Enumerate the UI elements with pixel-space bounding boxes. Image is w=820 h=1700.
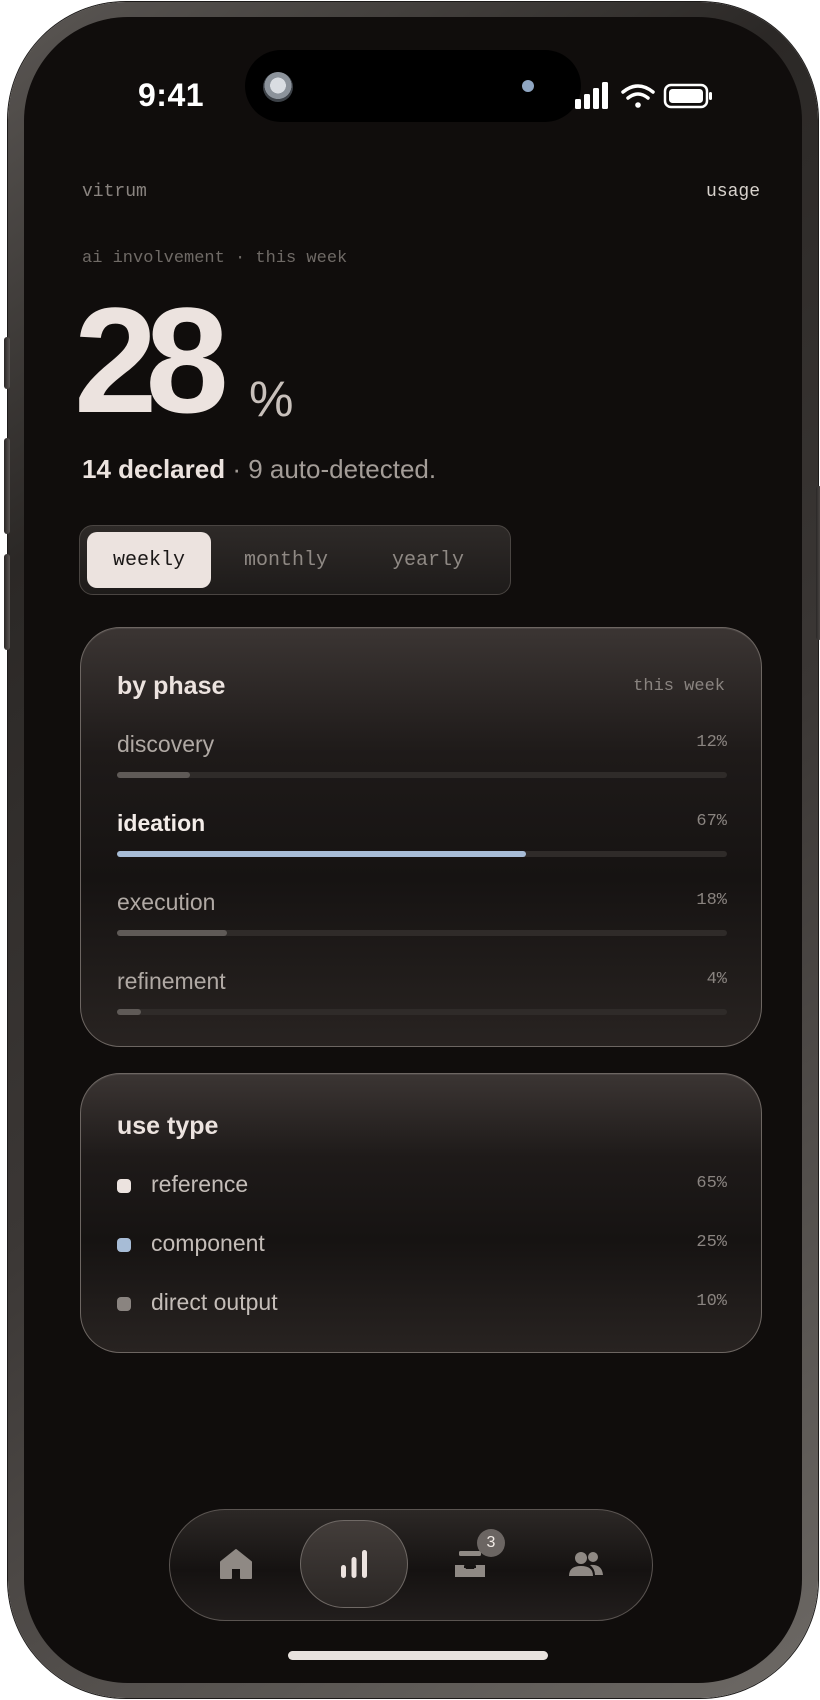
brand-label: vitrum [82, 182, 147, 202]
card-title: use type [117, 1112, 219, 1140]
use-label: direct output [151, 1289, 278, 1315]
involvement-value: 28 [74, 276, 229, 444]
phase-percent: 12% [696, 733, 727, 752]
usage-link[interactable]: usage [706, 182, 760, 202]
use-row-reference: reference 65% [117, 1171, 727, 1201]
tab-stats[interactable] [300, 1520, 408, 1608]
volume-down-button [4, 554, 10, 650]
phase-bar-fill [117, 772, 191, 778]
auto-detected-count: · 9 auto-detected. [225, 454, 437, 484]
phase-percent: 67% [696, 812, 727, 831]
card-title: by phase [117, 672, 226, 700]
by-phase-card: by phase this week discovery 12% ideatio… [80, 627, 762, 1047]
tab-people[interactable] [532, 1520, 640, 1608]
phase-percent: 18% [696, 891, 727, 910]
involvement-unit: % [249, 371, 294, 427]
tab-home[interactable] [182, 1520, 290, 1608]
notification-badge: 3 [477, 1529, 505, 1557]
tab-monthly[interactable]: monthly [215, 532, 357, 588]
use-label: component [151, 1230, 265, 1256]
use-row-direct-output: direct output 10% [117, 1289, 727, 1319]
phase-bar-fill [117, 1009, 142, 1015]
power-button [816, 486, 820, 640]
use-percent: 25% [696, 1233, 727, 1252]
legend-swatch [117, 1179, 131, 1193]
phase-row-ideation: ideation 67% [117, 810, 727, 870]
card-period: this week [633, 677, 725, 696]
use-percent: 65% [696, 1174, 727, 1193]
legend-swatch [117, 1297, 131, 1311]
use-percent: 10% [696, 1292, 727, 1311]
action-button [4, 337, 10, 389]
wifi-icon [621, 84, 655, 108]
phase-label: ideation [117, 810, 206, 836]
cellular-signal-icon [575, 82, 608, 109]
phase-label: refinement [117, 968, 226, 994]
home-icon [220, 1549, 252, 1579]
use-label: reference [151, 1171, 249, 1197]
battery-icon [663, 83, 712, 109]
phase-bar-track [117, 1009, 727, 1015]
legend-swatch [117, 1238, 131, 1252]
phase-bar-track [117, 772, 727, 778]
phase-row-discovery: discovery 12% [117, 731, 727, 791]
phase-row-refinement: refinement 4% [117, 968, 727, 1028]
use-type-card: use type reference 65% component 25% dir… [80, 1073, 762, 1353]
phase-label: discovery [117, 731, 215, 757]
phase-row-execution: execution 18% [117, 889, 727, 949]
tab-inbox[interactable]: 3 [416, 1520, 524, 1608]
home-indicator [288, 1651, 548, 1660]
phase-bar-track [117, 930, 727, 936]
phase-label: execution [117, 889, 216, 915]
declared-count: 14 declared [82, 454, 226, 484]
status-icons [575, 79, 715, 113]
phase-bar-track [117, 851, 727, 857]
phase-percent: 4% [706, 970, 727, 989]
avatar [263, 72, 293, 102]
tab-yearly[interactable]: yearly [358, 532, 498, 588]
dynamic-island [245, 50, 581, 122]
volume-up-button [4, 438, 10, 534]
phase-bar-fill [117, 930, 227, 936]
period-segmented-control: weekly monthly yearly [79, 525, 511, 595]
people-icon [569, 1552, 603, 1576]
tab-weekly[interactable]: weekly [87, 532, 211, 588]
phase-bar-fill [117, 851, 526, 857]
camera-indicator-dot [522, 80, 534, 92]
bar-chart-icon [341, 1550, 367, 1578]
status-time: 9:41 [138, 77, 205, 113]
phone-frame: 9:41 vitrum usage ai involvement · this … [4, 2, 820, 1698]
screen: 9:41 vitrum usage ai involvement · this … [24, 17, 802, 1683]
bottom-tab-bar: 3 [169, 1509, 653, 1621]
use-row-component: component 25% [117, 1230, 727, 1260]
summary-text: 14 declared · 9 auto-detected. [82, 454, 436, 485]
overline: ai involvement · this week [82, 249, 348, 268]
